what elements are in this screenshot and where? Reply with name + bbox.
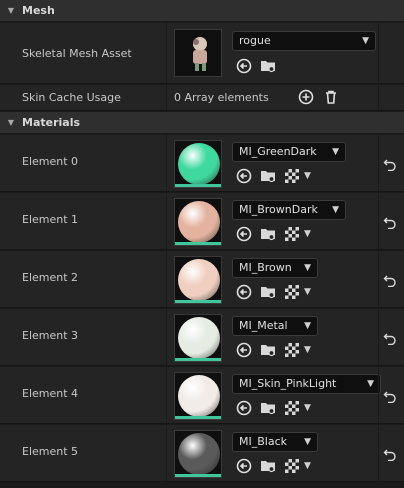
checker-texture-icon[interactable] [284, 342, 300, 358]
thumbnail-accent-bar [175, 416, 221, 419]
mesh-section-title: Mesh [22, 4, 55, 17]
skin-cache-row: Skin Cache Usage 0 Array elements [0, 85, 404, 111]
use-selected-arrow-icon[interactable] [236, 226, 252, 242]
browse-folder-icon[interactable] [260, 458, 276, 474]
checker-texture-icon[interactable] [284, 168, 300, 184]
browse-folder-icon[interactable] [260, 58, 276, 74]
reset-to-default-icon[interactable] [383, 331, 397, 346]
add-element-icon[interactable] [298, 89, 314, 105]
checker-texture-icon[interactable] [284, 226, 300, 242]
use-selected-arrow-icon[interactable] [236, 284, 252, 300]
browse-folder-icon[interactable] [260, 284, 276, 300]
thumbnail-accent-bar [175, 358, 221, 361]
character-preview-icon [193, 37, 207, 71]
material-combo[interactable]: MI_Black ▼ [232, 432, 318, 452]
delete-trash-icon[interactable] [323, 89, 339, 105]
materials-section-header[interactable]: ▼ Materials [0, 112, 404, 134]
element-label: Element 2 [22, 271, 79, 284]
skin-cache-value: 0 Array elements [174, 91, 269, 104]
thumbnail-accent-bar [175, 242, 221, 245]
chevron-down-icon[interactable]: ▼ [304, 287, 311, 297]
material-sphere-preview [178, 259, 220, 301]
use-selected-arrow-icon[interactable] [236, 342, 252, 358]
chevron-down-icon: ▼ [367, 379, 374, 389]
browse-folder-icon[interactable] [260, 400, 276, 416]
material-combo[interactable]: MI_Metal ▼ [232, 316, 318, 336]
material-value: MI_Brown [239, 261, 292, 274]
thumbnail-accent-bar [175, 474, 221, 477]
collapse-arrow-icon[interactable]: ▼ [0, 118, 22, 127]
reset-to-default-icon[interactable] [383, 447, 397, 462]
element-label: Element 5 [22, 445, 79, 458]
material-sphere-preview [178, 143, 220, 185]
chevron-down-icon[interactable]: ▼ [304, 403, 311, 413]
chevron-down-icon: ▼ [304, 321, 311, 331]
material-element-row: Element 0 MI_GreenDark ▼ ▼ [0, 135, 404, 192]
chevron-down-icon[interactable]: ▼ [304, 461, 311, 471]
material-element-row: Element 2 MI_Brown ▼ ▼ [0, 251, 404, 308]
material-element-row: Element 1 MI_BrownDark ▼ ▼ [0, 193, 404, 250]
element-label: Element 0 [22, 155, 79, 168]
use-selected-arrow-icon[interactable] [236, 168, 252, 184]
skeletal-mesh-value: rogue [239, 34, 271, 47]
mesh-section-header[interactable]: ▼ Mesh [0, 0, 404, 22]
element-label: Element 4 [22, 387, 79, 400]
chevron-down-icon[interactable]: ▼ [304, 171, 311, 181]
material-sphere-preview [178, 317, 220, 359]
materials-section-title: Materials [22, 116, 81, 129]
collapse-arrow-icon[interactable]: ▼ [0, 6, 22, 15]
chevron-down-icon[interactable]: ▼ [304, 345, 311, 355]
material-thumbnail[interactable] [174, 430, 222, 478]
checker-texture-icon[interactable] [284, 400, 300, 416]
checker-texture-icon[interactable] [284, 458, 300, 474]
reset-to-default-icon[interactable] [383, 157, 397, 172]
chevron-down-icon: ▼ [304, 263, 311, 273]
material-combo[interactable]: MI_GreenDark ▼ [232, 142, 346, 162]
chevron-down-icon: ▼ [304, 437, 311, 447]
browse-folder-icon[interactable] [260, 168, 276, 184]
material-element-row: Element 3 MI_Metal ▼ ▼ [0, 309, 404, 366]
thumbnail-accent-bar [175, 300, 221, 303]
chevron-down-icon: ▼ [332, 147, 339, 157]
skin-cache-label: Skin Cache Usage [22, 91, 121, 104]
material-thumbnail[interactable] [174, 198, 222, 246]
skeletal-mesh-label: Skeletal Mesh Asset [22, 47, 132, 60]
reset-to-default-icon[interactable] [383, 389, 397, 404]
material-value: MI_Skin_PinkLight [239, 377, 337, 390]
material-thumbnail[interactable] [174, 314, 222, 362]
material-sphere-preview [178, 433, 220, 475]
chevron-down-icon: ▼ [332, 205, 339, 215]
browse-folder-icon[interactable] [260, 342, 276, 358]
reset-to-default-icon[interactable] [383, 273, 397, 288]
material-thumbnail[interactable] [174, 372, 222, 420]
element-label: Element 3 [22, 329, 79, 342]
material-value: MI_BrownDark [239, 203, 318, 216]
skeletal-mesh-thumbnail[interactable] [174, 29, 222, 77]
material-value: MI_Metal [239, 319, 288, 332]
reset-to-default-icon[interactable] [383, 215, 397, 230]
material-combo[interactable]: MI_BrownDark ▼ [232, 200, 346, 220]
material-sphere-preview [178, 201, 220, 243]
material-sphere-preview [178, 375, 220, 417]
browse-folder-icon[interactable] [260, 226, 276, 242]
chevron-down-icon[interactable]: ▼ [304, 229, 311, 239]
material-thumbnail[interactable] [174, 140, 222, 188]
use-selected-arrow-icon[interactable] [236, 400, 252, 416]
material-element-row: Element 4 MI_Skin_PinkLight ▼ ▼ [0, 367, 404, 424]
use-selected-arrow-icon[interactable] [236, 458, 252, 474]
material-value: MI_Black [239, 435, 287, 448]
checker-texture-icon[interactable] [284, 284, 300, 300]
use-selected-arrow-icon[interactable] [236, 58, 252, 74]
skeletal-mesh-combo[interactable]: rogue ▼ [232, 31, 376, 51]
thumbnail-accent-bar [175, 184, 221, 187]
material-thumbnail[interactable] [174, 256, 222, 304]
material-element-row: Element 5 MI_Black ▼ ▼ [0, 425, 404, 482]
skeletal-mesh-row: Skeletal Mesh Asset rogue ▼ [0, 23, 404, 84]
element-label: Element 1 [22, 213, 79, 226]
chevron-down-icon: ▼ [362, 36, 369, 46]
material-combo[interactable]: MI_Skin_PinkLight ▼ [232, 374, 381, 394]
material-combo[interactable]: MI_Brown ▼ [232, 258, 318, 278]
material-value: MI_GreenDark [239, 145, 317, 158]
